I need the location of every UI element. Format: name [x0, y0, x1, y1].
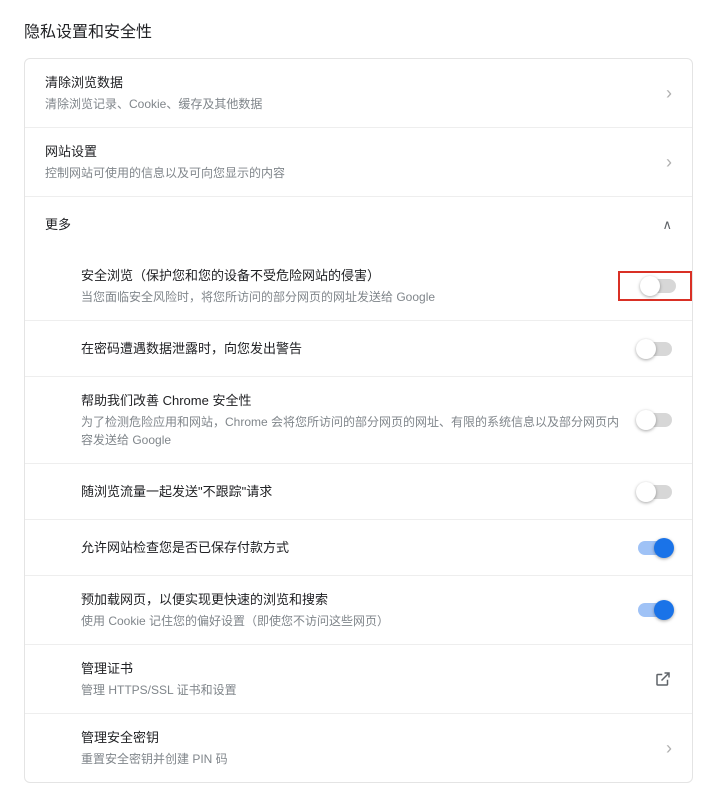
row-description: 管理 HTTPS/SSL 证书和设置 — [81, 681, 638, 699]
password-leak-toggle[interactable] — [638, 342, 672, 356]
manage-security-keys-row[interactable]: 管理安全密钥 重置安全密钥并创建 PIN 码 › — [25, 713, 692, 782]
chevron-right-icon: › — [666, 153, 672, 171]
clear-browsing-data-row[interactable]: 清除浏览数据 清除浏览记录、Cookie、缓存及其他数据 › — [25, 59, 692, 127]
row-description: 使用 Cookie 记住您的偏好设置（即使您不访问这些网页） — [81, 612, 622, 630]
chevron-right-icon: › — [666, 739, 672, 757]
row-title: 安全浏览（保护您和您的设备不受危险网站的侵害） — [81, 266, 602, 286]
more-section-header[interactable]: 更多 ∧ — [25, 196, 692, 252]
do-not-track-toggle[interactable] — [638, 485, 672, 499]
row-title: 预加载网页，以便实现更快速的浏览和搜索 — [81, 590, 622, 610]
row-title: 随浏览流量一起发送"不跟踪"请求 — [81, 482, 622, 502]
row-title: 清除浏览数据 — [45, 73, 650, 93]
preload-pages-row[interactable]: 预加载网页，以便实现更快速的浏览和搜索 使用 Cookie 记住您的偏好设置（即… — [25, 575, 692, 644]
do-not-track-row[interactable]: 随浏览流量一起发送"不跟踪"请求 — [25, 463, 692, 519]
row-title: 更多 — [45, 215, 646, 235]
row-title: 允许网站检查您是否已保存付款方式 — [81, 538, 622, 558]
site-settings-row[interactable]: 网站设置 控制网站可使用的信息以及可向您显示的内容 › — [25, 127, 692, 196]
more-section-body: 安全浏览（保护您和您的设备不受危险网站的侵害） 当您面临安全风险时，将您所访问的… — [25, 252, 692, 782]
manage-certificates-row[interactable]: 管理证书 管理 HTTPS/SSL 证书和设置 — [25, 644, 692, 713]
external-link-icon — [654, 670, 672, 688]
row-title: 帮助我们改善 Chrome 安全性 — [81, 391, 622, 411]
safe-browsing-row[interactable]: 安全浏览（保护您和您的设备不受危险网站的侵害） 当您面临安全风险时，将您所访问的… — [25, 252, 692, 320]
row-title: 管理安全密钥 — [81, 728, 650, 748]
chevron-right-icon: › — [666, 84, 672, 102]
preload-toggle[interactable] — [638, 603, 672, 617]
highlight-annotation — [618, 271, 692, 301]
improve-security-row[interactable]: 帮助我们改善 Chrome 安全性 为了检测危险应用和网站，Chrome 会将您… — [25, 376, 692, 463]
payment-check-row[interactable]: 允许网站检查您是否已保存付款方式 — [25, 519, 692, 575]
page-title: 隐私设置和安全性 — [24, 18, 693, 42]
row-description: 清除浏览记录、Cookie、缓存及其他数据 — [45, 95, 650, 113]
row-description: 为了检测危险应用和网站，Chrome 会将您所访问的部分网页的网址、有限的系统信… — [81, 413, 622, 449]
row-description: 重置安全密钥并创建 PIN 码 — [81, 750, 650, 768]
safe-browsing-toggle[interactable] — [642, 279, 676, 293]
row-title: 管理证书 — [81, 659, 638, 679]
settings-card: 清除浏览数据 清除浏览记录、Cookie、缓存及其他数据 › 网站设置 控制网站… — [24, 58, 693, 783]
row-description: 当您面临安全风险时，将您所访问的部分网页的网址发送给 Google — [81, 288, 602, 306]
row-title: 网站设置 — [45, 142, 650, 162]
password-leak-row[interactable]: 在密码遭遇数据泄露时，向您发出警告 — [25, 320, 692, 376]
improve-security-toggle[interactable] — [638, 413, 672, 427]
row-title: 在密码遭遇数据泄露时，向您发出警告 — [81, 339, 622, 359]
chevron-up-icon: ∧ — [662, 218, 672, 231]
payment-check-toggle[interactable] — [638, 541, 672, 555]
row-description: 控制网站可使用的信息以及可向您显示的内容 — [45, 164, 650, 182]
